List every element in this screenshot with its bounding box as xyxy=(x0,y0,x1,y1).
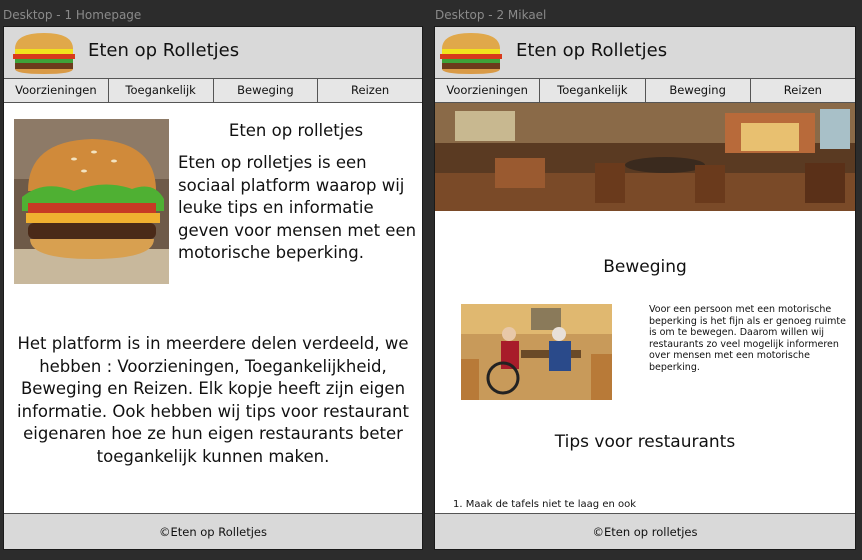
tips-title: Tips voor restaurants xyxy=(554,432,736,452)
section-text: Voor een persoon met een motorische bepe… xyxy=(649,304,846,373)
brand-title[interactable]: Eten op Rolletjes xyxy=(516,40,667,61)
nav-beweging[interactable]: Beweging xyxy=(214,79,319,102)
tips-item: 1. Maak de tafels niet te laag en ook xyxy=(453,499,637,510)
nav-toegankelijk[interactable]: Toegankelijk xyxy=(540,79,646,102)
body-text: Het platform is in meerdere delen verdee… xyxy=(17,334,409,466)
burger-icon xyxy=(440,33,502,74)
brand-title[interactable]: Eten op Rolletjes xyxy=(88,40,239,61)
intro-text: Eten op rolletjes is een sociaal platfor… xyxy=(178,153,417,262)
restaurant-photo xyxy=(435,103,855,211)
nav-voorzieningen[interactable]: Voorzieningen xyxy=(435,79,541,102)
frame-homepage: Eten op Rolletjes Voorzieningen Toeganke… xyxy=(3,26,423,550)
page-title: Eten op rolletjes xyxy=(228,121,364,140)
nav-toegankelijk[interactable]: Toegankelijk xyxy=(109,79,214,102)
frame-mikael: Eten op Rolletjes Voorzieningen Toeganke… xyxy=(434,26,856,550)
nav-reizen[interactable]: Reizen xyxy=(751,79,855,102)
section-title: Beweging xyxy=(603,257,687,277)
wheelchair-photo xyxy=(461,304,612,400)
main-nav: Voorzieningen Toegankelijk Beweging Reiz… xyxy=(435,79,855,103)
nav-reizen[interactable]: Reizen xyxy=(318,79,422,102)
nav-voorzieningen[interactable]: Voorzieningen xyxy=(4,79,109,102)
header: Eten op Rolletjes xyxy=(435,27,855,79)
footer: ©Eten op rolletjes xyxy=(435,513,855,549)
frame-label-homepage: Desktop - 1 Homepage xyxy=(3,8,142,22)
main-nav: Voorzieningen Toegankelijk Beweging Reiz… xyxy=(4,79,422,103)
burger-photo xyxy=(14,119,169,284)
burger-icon xyxy=(13,33,75,74)
frame-label-mikael: Desktop - 2 Mikael xyxy=(435,8,547,22)
header: Eten op Rolletjes xyxy=(4,27,422,79)
nav-beweging[interactable]: Beweging xyxy=(646,79,751,102)
footer: ©Eten op Rolletjes xyxy=(4,513,422,549)
